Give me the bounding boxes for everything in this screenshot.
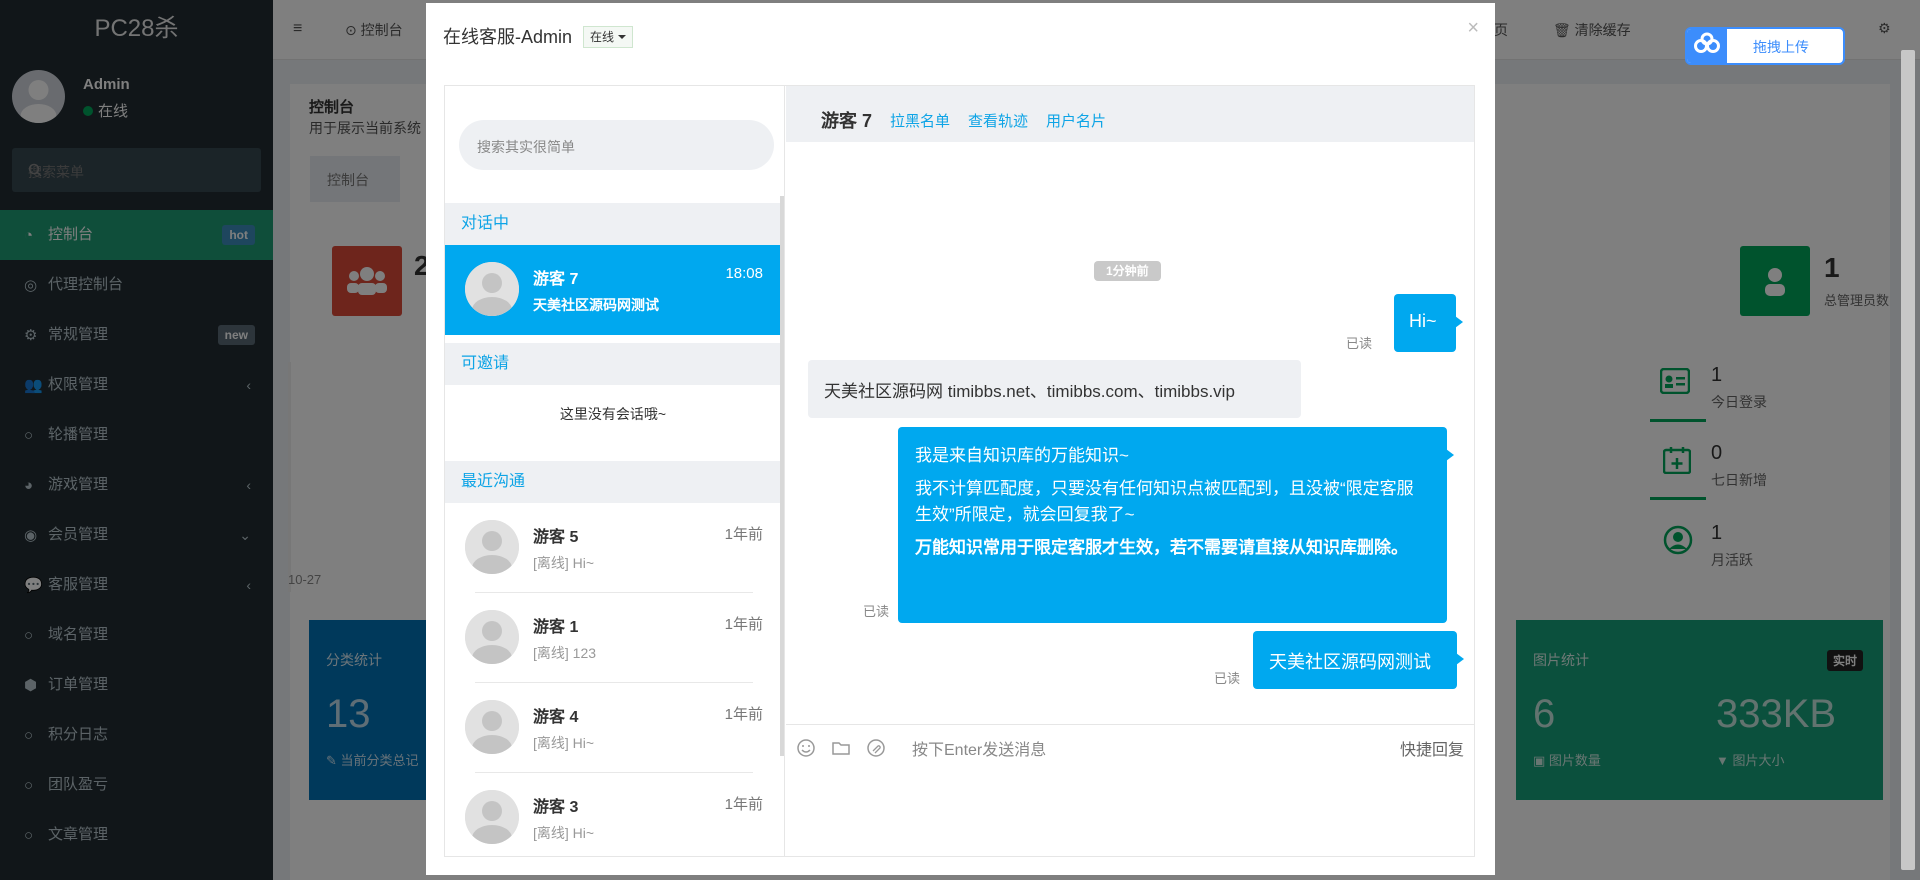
modal-title-text: 在线客服-Admin <box>443 27 573 47</box>
group-header-invite[interactable]: 可邀请 <box>445 343 781 385</box>
message-bubble-out[interactable]: Hi~ <box>1394 294 1463 352</box>
drag-upload-label: 拖拽上传 <box>1753 39 1809 55</box>
cloud-icon <box>1687 29 1727 63</box>
knowledge-line-3: 万能知识常用于限定客服才生效，若不需要请直接从知识库删除。 <box>915 538 1408 557</box>
conversation-name: 游客 7 <box>533 271 579 288</box>
conversation-search-placeholder: 搜索其实很简单 <box>477 139 575 155</box>
modal-title: 在线客服-Admin 在线 <box>443 23 634 49</box>
conversation-last-message: [离线] 123 <box>533 645 597 661</box>
avatar <box>465 610 519 664</box>
group-header-recent[interactable]: 最近沟通 <box>445 461 781 503</box>
conversation-last-message: [离线] Hi~ <box>533 735 595 751</box>
conversation-item[interactable]: 游客 4 1年前 [离线] Hi~ <box>445 683 781 773</box>
chat-header: 游客 7 拉黑名单 查看轨迹 用户名片 <box>786 86 1474 142</box>
conversation-time: 1年前 <box>724 796 763 813</box>
quick-reply-button[interactable]: 快捷回复 <box>1400 736 1464 760</box>
avatar <box>465 520 519 574</box>
attachment-icon[interactable] <box>866 738 886 758</box>
conversation-time: 1年前 <box>724 706 763 723</box>
input-divider <box>786 724 1474 725</box>
conversation-item[interactable]: 游客 1 1年前 [离线] 123 <box>445 593 781 683</box>
knowledge-line-2: 我不计算匹配度，只要没有任何知识点被匹配到，且没被“限定客服生效”所限定，就会回… <box>915 479 1414 524</box>
read-receipt: 已读 <box>1214 671 1241 686</box>
page-scrollbar[interactable] <box>1901 50 1915 870</box>
conversation-search-input[interactable]: 搜索其实很简单 <box>459 120 774 170</box>
user-card-link[interactable]: 用户名片 <box>1046 110 1106 131</box>
avatar <box>465 262 519 316</box>
customer-service-modal: 在线客服-Admin 在线 × 搜索其实很简单 对话中 游客 7 18:08 天… <box>426 3 1495 875</box>
conversation-last-message: [离线] Hi~ <box>533 555 595 571</box>
chat-panel: 游客 7 拉黑名单 查看轨迹 用户名片 1分钟前 已读 Hi~ 天美社区源码网 … <box>786 86 1474 856</box>
view-track-link[interactable]: 查看轨迹 <box>968 110 1028 131</box>
chat-visitor-name: 游客 7 <box>821 111 873 131</box>
conversation-scrollbar[interactable] <box>780 196 784 756</box>
avatar <box>465 790 519 844</box>
message-bubble-out-knowledge[interactable]: 我是来自知识库的万能知识~ 我不计算匹配度，只要没有任何知识点被匹配到，且没被“… <box>898 427 1454 623</box>
message-input[interactable]: 按下Enter发送消息 <box>912 736 1046 760</box>
conversation-name: 游客 4 <box>533 709 579 726</box>
conversation-panel: 搜索其实很简单 对话中 游客 7 18:08 天美社区源码网测试 可邀请 这里没… <box>445 86 785 856</box>
conversation-time: 1年前 <box>724 616 763 633</box>
blacklist-link[interactable]: 拉黑名单 <box>890 110 950 131</box>
conversation-item[interactable]: 游客 5 1年前 [离线] Hi~ <box>445 503 781 593</box>
chat-frame: 搜索其实很简单 对话中 游客 7 18:08 天美社区源码网测试 可邀请 这里没… <box>444 85 1475 857</box>
conversation-item-active[interactable]: 游客 7 18:08 天美社区源码网测试 <box>445 245 781 335</box>
close-icon[interactable]: × <box>1467 17 1479 40</box>
emoji-icon[interactable] <box>796 738 816 758</box>
avatar <box>465 700 519 754</box>
conversation-last-message: 天美社区源码网测试 <box>533 297 659 313</box>
folder-icon[interactable] <box>831 738 851 758</box>
empty-conversations-text: 这里没有会话哦~ <box>559 406 667 422</box>
conversation-name: 游客 5 <box>533 529 579 546</box>
read-receipt: 已读 <box>863 604 890 619</box>
conversation-time: 1年前 <box>724 526 763 543</box>
status-dropdown[interactable]: 在线 <box>583 26 634 48</box>
conversation-time: 18:08 <box>725 265 763 282</box>
conversation-name: 游客 1 <box>533 619 579 636</box>
time-divider: 1分钟前 <box>1094 261 1161 281</box>
message-bubble-in[interactable]: 天美社区源码网 timibbs.net、timibbs.com、timibbs.… <box>808 360 1301 418</box>
status-dropdown-label: 在线 <box>590 30 615 44</box>
conversation-name: 游客 3 <box>533 799 579 816</box>
conversation-last-message: [离线] Hi~ <box>533 825 595 841</box>
caret-down-icon <box>618 35 627 39</box>
conversation-item[interactable]: 游客 3 1年前 [离线] Hi~ <box>445 773 781 856</box>
knowledge-line-1: 我是来自知识库的万能知识~ <box>915 446 1129 465</box>
message-bubble-out[interactable]: 天美社区源码网测试 <box>1253 631 1464 689</box>
read-receipt: 已读 <box>1346 336 1373 351</box>
drag-upload-button[interactable]: 拖拽上传 <box>1685 27 1845 65</box>
group-header-active[interactable]: 对话中 <box>445 203 781 245</box>
